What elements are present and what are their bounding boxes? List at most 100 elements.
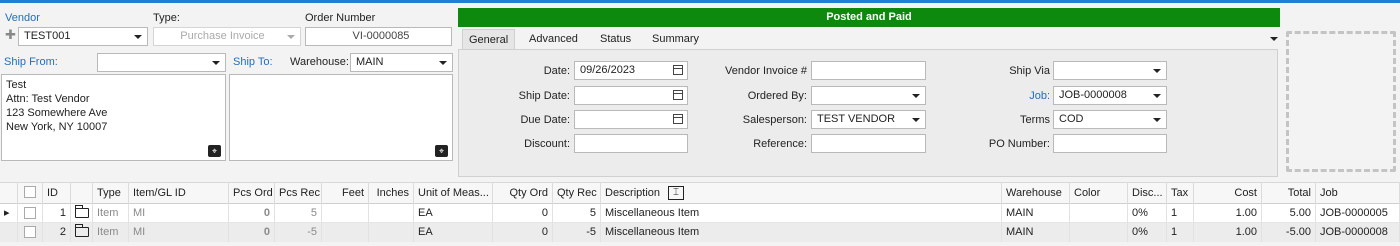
folder-cell[interactable] <box>71 223 93 242</box>
chevron-down-icon <box>1153 118 1161 122</box>
row-checkbox[interactable] <box>24 226 36 238</box>
calendar-icon[interactable] <box>673 90 683 100</box>
ship-from-label[interactable]: Ship From: <box>4 55 58 69</box>
cell-id: 1 <box>43 204 71 223</box>
tab-advanced[interactable]: Advanced <box>523 29 584 49</box>
col-qty-ord[interactable]: Qty Ord <box>493 182 553 204</box>
select-all-header[interactable] <box>18 182 43 204</box>
col-feet[interactable]: Feet <box>322 182 369 204</box>
cell-pcs-rec: 5 <box>275 204 322 223</box>
po-number-field[interactable] <box>1053 134 1167 153</box>
row-select-cell[interactable] <box>18 204 43 223</box>
folder-cell[interactable] <box>71 204 93 223</box>
tab-status[interactable]: Status <box>594 29 637 49</box>
cell-uom: EA <box>414 223 493 242</box>
calendar-icon[interactable] <box>673 65 683 75</box>
cell-color <box>1070 204 1128 223</box>
type-dropdown[interactable]: Purchase Invoice <box>153 27 301 46</box>
cell-item[interactable]: MI <box>129 204 229 223</box>
tab-bar: General Advanced Status Summary <box>458 29 1280 49</box>
folder-icon[interactable] <box>75 224 89 237</box>
col-qty-rec[interactable]: Qty Rec <box>553 182 601 204</box>
salesperson-label: Salesperson: <box>742 114 807 126</box>
po-number-label: PO Number: <box>988 138 1050 150</box>
col-item[interactable]: Item/GL ID <box>129 182 229 204</box>
column-resize-icon[interactable]: ⌶ <box>668 186 685 201</box>
calendar-icon[interactable] <box>673 114 683 124</box>
due-date-field[interactable] <box>574 110 688 129</box>
ship-via-label: Ship Via <box>1009 65 1050 77</box>
vendor-label[interactable]: Vendor <box>5 11 40 25</box>
cell-uom: EA <box>414 204 493 223</box>
line-items-grid: ID Type Item/GL ID Pcs Ord Pcs Rec Feet … <box>0 182 1400 246</box>
job-dropdown[interactable]: JOB-0000008 <box>1053 86 1167 105</box>
col-description[interactable]: Description ⌶ <box>601 182 1002 204</box>
col-cost[interactable]: Cost <box>1194 182 1262 204</box>
cell-qty-rec: 5 <box>553 204 601 223</box>
chevron-down-icon <box>212 61 220 65</box>
date-value: 09/26/2023 <box>580 64 636 76</box>
map-pin-icon[interactable]: ⌖ <box>208 145 221 157</box>
row-indicator-header <box>0 182 18 204</box>
col-color[interactable]: Color <box>1070 182 1128 204</box>
ship-date-field[interactable] <box>574 86 688 105</box>
row-select-cell[interactable] <box>18 223 43 242</box>
ship-to-address[interactable]: ⌖ <box>229 74 453 161</box>
cell-description: Miscellaneous Item <box>601 204 1002 223</box>
image-drop-zone[interactable] <box>1286 31 1396 172</box>
address-line: New York, NY 10007 <box>6 121 108 133</box>
table-row[interactable]: 2 Item MI 0 -5 EA 0 -5 Miscellaneous Ite… <box>0 223 1400 242</box>
warehouse-dropdown[interactable]: MAIN <box>350 53 453 72</box>
ordered-by-dropdown[interactable] <box>811 86 926 105</box>
discount-field[interactable] <box>574 134 688 153</box>
terms-label: Terms <box>1020 114 1050 126</box>
col-folder <box>71 182 93 204</box>
vendor-dropdown[interactable]: TEST001 <box>18 27 148 46</box>
ship-from-address[interactable]: Test Attn: Test Vendor 123 Somewhere Ave… <box>1 74 226 161</box>
chevron-down-icon[interactable] <box>1270 37 1278 41</box>
row-checkbox[interactable] <box>24 207 36 219</box>
map-pin-icon[interactable]: ⌖ <box>435 145 448 157</box>
tab-summary[interactable]: Summary <box>646 29 705 49</box>
col-pcs-rec[interactable]: Pcs Rec <box>275 182 322 204</box>
terms-dropdown[interactable]: COD <box>1053 110 1167 129</box>
vendor-invoice-field[interactable] <box>811 61 926 80</box>
date-label: Date: <box>543 65 570 77</box>
col-type[interactable]: Type <box>93 182 129 204</box>
col-total[interactable]: Total <box>1262 182 1316 204</box>
col-pcs-ord[interactable]: Pcs Ord <box>229 182 275 204</box>
date-field[interactable]: 09/26/2023 <box>574 61 688 80</box>
address-line: Attn: Test Vendor <box>6 93 90 105</box>
row-indicator-cell <box>0 223 18 242</box>
cell-type: Item <box>93 204 129 223</box>
type-value: Purchase Invoice <box>180 30 265 42</box>
type-label: Type: <box>153 12 180 24</box>
cell-tax: 1 <box>1167 223 1194 242</box>
col-job[interactable]: Job <box>1316 182 1400 204</box>
salesperson-dropdown[interactable]: TEST VENDOR <box>811 110 926 129</box>
col-uom[interactable]: Unit of Meas... <box>414 182 493 204</box>
col-id[interactable]: ID <box>43 182 71 204</box>
reference-field[interactable] <box>811 134 926 153</box>
cell-warehouse: MAIN <box>1002 204 1070 223</box>
cell-item[interactable]: MI <box>129 223 229 242</box>
col-inches[interactable]: Inches <box>369 182 414 204</box>
col-warehouse[interactable]: Warehouse <box>1002 182 1070 204</box>
ship-from-dropdown[interactable] <box>97 53 226 72</box>
cell-pcs-ord: 0 <box>229 204 275 223</box>
table-row[interactable]: ▸ 1 Item MI 0 5 EA 0 5 Miscellaneous Ite… <box>0 204 1400 223</box>
col-disc[interactable]: Disc... <box>1128 182 1167 204</box>
ship-date-label: Ship Date: <box>518 90 570 102</box>
cell-total: 5.00 <box>1262 204 1316 223</box>
ship-to-label[interactable]: Ship To: <box>233 55 273 69</box>
status-banner: Posted and Paid <box>458 8 1280 27</box>
tab-general[interactable]: General <box>462 29 516 49</box>
terms-value: COD <box>1059 113 1084 125</box>
col-tax[interactable]: Tax <box>1167 182 1194 204</box>
cell-pcs-ord: 0 <box>229 223 275 242</box>
job-label[interactable]: Job: <box>960 89 1050 103</box>
folder-icon[interactable] <box>75 205 89 218</box>
plus-icon[interactable]: ✚ <box>5 28 16 41</box>
ship-via-dropdown[interactable] <box>1053 61 1167 80</box>
select-all-checkbox[interactable] <box>24 186 36 198</box>
